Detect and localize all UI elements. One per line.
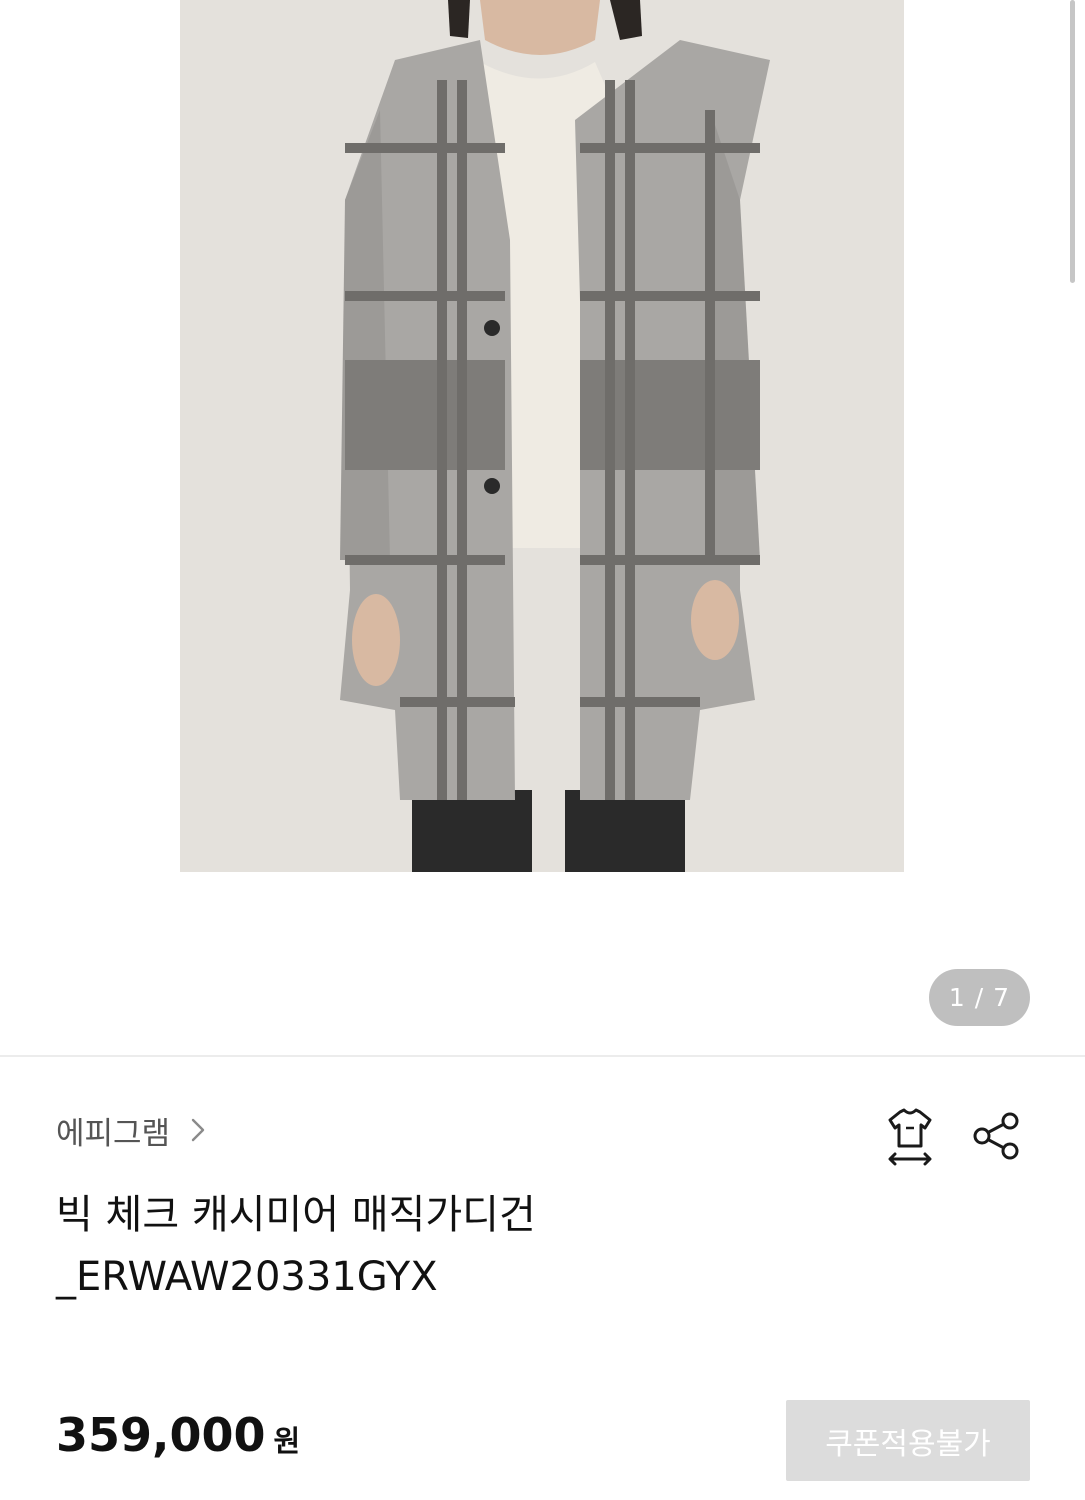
scrollbar[interactable]	[1070, 0, 1075, 283]
product-photo-illustration	[180, 0, 904, 872]
price-currency: 원	[273, 1424, 301, 1458]
size-guide-button[interactable]	[880, 1106, 940, 1166]
price: 359,000 원	[56, 1408, 300, 1462]
chevron-right-icon	[191, 1118, 205, 1142]
price-value: 359,000	[56, 1408, 266, 1462]
product-title: 빅 체크 캐시미어 매직가디건 _ERWAW20331GYX	[56, 1184, 956, 1308]
product-gallery[interactable]: 1 / 7	[0, 0, 1085, 1055]
coupon-button[interactable]: 쿠폰적용불가	[786, 1400, 1030, 1481]
share-icon	[973, 1112, 1019, 1160]
divider	[0, 1055, 1085, 1057]
product-photo[interactable]	[180, 0, 904, 872]
brand-name: 에피그램	[56, 1115, 171, 1152]
product-title-line2: _ERWAW20331GYX	[56, 1254, 438, 1300]
product-title-line1: 빅 체크 캐시미어 매직가디건	[56, 1192, 536, 1238]
share-button[interactable]	[966, 1106, 1026, 1166]
brand-link[interactable]: 에피그램	[56, 1108, 212, 1152]
image-counter: 1 / 7	[929, 969, 1030, 1026]
tshirt-size-icon	[888, 1108, 932, 1166]
